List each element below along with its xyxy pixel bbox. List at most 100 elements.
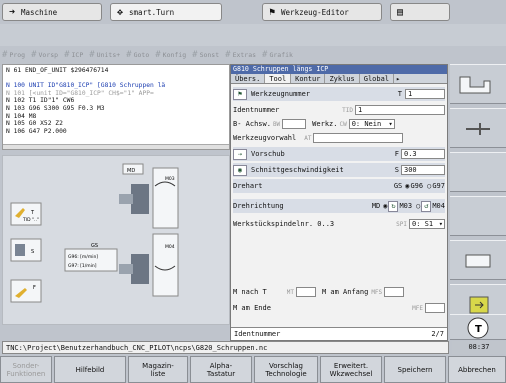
softkey-keyboard-icon[interactable]	[450, 240, 506, 280]
footer-label: Identnummer	[234, 330, 281, 338]
tab-werkzeug-editor[interactable]: ⚑ Werkzeug-Editor	[262, 3, 382, 21]
feed-icon[interactable]: ⇢	[233, 148, 247, 160]
menu-icp[interactable]: # ICP	[64, 50, 83, 60]
horizontal-scrollbar[interactable]	[3, 144, 229, 149]
softkey-erweitert-wkzwechsel[interactable]: Erweitert. Wkzwechsel	[320, 356, 382, 383]
tab-kontur[interactable]: Kontur	[291, 74, 326, 83]
row-m-am-ende: M am Ende MFE	[233, 301, 445, 315]
werkz-label: Werkz.	[312, 120, 338, 128]
row-werkzeugvorwahl: Werkzeugvorwahl AT	[233, 131, 445, 145]
tid-input[interactable]: 1	[355, 105, 445, 115]
at-input[interactable]	[313, 133, 404, 143]
program-line[interactable]: N 101 [<unit ID="G810_ICP" CH$="1" APP=	[6, 90, 226, 98]
drehrichtung-label: Drehrichtung	[233, 202, 284, 210]
m03-label: M03	[399, 202, 413, 210]
drehart-label: Drehart	[233, 182, 263, 190]
grid-icon: #	[126, 50, 132, 60]
speed-icon[interactable]: ◉	[233, 164, 247, 176]
row-m-nach-t: M nach T MT M am Anfang MFS	[233, 285, 445, 299]
menu-grafik[interactable]: # Grafik	[262, 50, 293, 60]
softkey-3[interactable]	[450, 152, 506, 192]
softkey-axis-icon[interactable]	[450, 108, 506, 148]
bw-input[interactable]	[282, 119, 307, 129]
radio-g96[interactable]: ◉	[405, 182, 409, 190]
softkey-vorschlag-technologie[interactable]: Vorschlag Technologie	[254, 356, 318, 383]
softkey-sonder-funktionen[interactable]: Sonder- Funktionen	[0, 356, 52, 383]
f-label: F	[394, 150, 399, 158]
softkey-alpha-tastatur[interactable]: Alpha- Tastatur	[190, 356, 252, 383]
t-input[interactable]: 1	[405, 89, 445, 99]
softkey-speichern[interactable]: Speichern	[384, 356, 446, 383]
tab-save[interactable]: ▤	[390, 3, 450, 21]
softkey-turn-icon[interactable]: T	[450, 314, 506, 340]
program-line[interactable]: N 102 T1 ID"1" CW6	[6, 97, 226, 105]
keyboard-icon	[465, 254, 491, 268]
row-vorschub: ⇢ Vorschub F 0.3	[233, 147, 445, 161]
mfs-input[interactable]	[384, 287, 405, 297]
row-werkzeugnummer: ⚑ Werkzeugnummer T 1	[233, 87, 445, 101]
m04-spindle-icon: ↺	[421, 200, 432, 212]
grid-icon: #	[89, 50, 95, 60]
radio-m03[interactable]: ◉	[383, 202, 387, 210]
g96-label: G96	[410, 182, 424, 190]
program-line[interactable]: N 106 G47 P2.000	[6, 128, 226, 136]
program-editor[interactable]: N 61 END_OF_UNIT $296476714 N 100 UNIT I…	[2, 64, 230, 150]
grid-icon: #	[155, 50, 161, 60]
m03-label: M03	[165, 176, 175, 182]
vorschub-label: Vorschub	[251, 150, 285, 158]
grid-icon: #	[192, 50, 198, 60]
b-achse-label: B- Achsw.	[233, 120, 271, 128]
s-label: S	[394, 166, 399, 174]
f-input[interactable]: 0.3	[401, 149, 445, 159]
chevron-down-icon: ▾	[438, 220, 443, 228]
identnummer-label: Identnummer	[233, 106, 280, 114]
tab-zyklus[interactable]: Zyklus	[325, 74, 360, 83]
tab-tool[interactable]: Tool	[265, 74, 292, 83]
menu-goto[interactable]: # Goto	[126, 50, 149, 60]
menu-sonst[interactable]: # Sonst	[192, 50, 219, 60]
softkey-contour-icon[interactable]	[450, 64, 506, 104]
tab-uebers[interactable]: Übers.	[231, 74, 266, 83]
row-identnummer: Identnummer TID 1	[233, 103, 445, 117]
mt-label: MT	[286, 288, 294, 296]
softkey-hilfebild[interactable]: Hilfebild	[54, 356, 126, 383]
menu-prog[interactable]: # Prog	[2, 50, 25, 60]
program-line[interactable]: N 105 G0 X52 Z2	[6, 120, 226, 128]
spi-select[interactable]: 0: S1 ▾	[409, 219, 445, 229]
program-line[interactable]: N 100 UNIT ID"G810_ICP" [G810 Schruppen …	[6, 82, 226, 90]
mfe-input[interactable]	[425, 303, 445, 313]
s-input[interactable]: 300	[401, 165, 445, 175]
axis-icon	[466, 123, 490, 135]
radio-m04[interactable]: ○	[416, 202, 420, 210]
t-label: T	[397, 90, 402, 98]
grid-icon: #	[225, 50, 231, 60]
softkey-magazin-liste[interactable]: Magazin- liste	[128, 356, 188, 383]
tab-scroll-icon[interactable]: ▸	[394, 74, 402, 83]
menu-konfig[interactable]: # Konfig	[155, 50, 186, 60]
softkey-4[interactable]	[450, 196, 506, 236]
tid-label: TID	[342, 106, 353, 114]
program-line[interactable]: N 104 M8	[6, 113, 226, 121]
help-graphic: T TID ".." S F GS G96: [m/min] G97: [1/m…	[2, 155, 230, 325]
menu-extras[interactable]: # Extras	[225, 50, 256, 60]
softkey-abbrechen[interactable]: Abbrechen	[448, 356, 506, 383]
menu-vorsp[interactable]: # Vorsp	[31, 50, 58, 60]
arrow-icon: ➜	[9, 6, 16, 18]
turn-icon: T	[467, 317, 489, 339]
program-line[interactable]	[6, 75, 226, 83]
werkzeugvorwahl-label: Werkzeugvorwahl	[233, 134, 297, 142]
tab-maschine[interactable]: ➜ Maschine	[2, 3, 102, 21]
grid-icon: #	[262, 50, 268, 60]
spindle-box-bottom	[152, 233, 179, 297]
program-line[interactable]: N 103 G96 S300 G95 F0.3 M3	[6, 105, 226, 113]
tool-select-button[interactable]: ⚑	[233, 88, 247, 100]
menu-units[interactable]: # Units+	[89, 50, 120, 60]
program-line[interactable]: N 61 END_OF_UNIT $296476714	[6, 67, 226, 75]
tab-smart-turn[interactable]: ✥ smart.Turn	[110, 3, 222, 21]
spi-value: 0: S1	[412, 220, 434, 228]
tab-global[interactable]: Global	[360, 74, 395, 83]
dialog-tabs: Übers. Tool Kontur Zyklus Global ▸	[231, 74, 447, 84]
radio-g97[interactable]: ○	[427, 182, 431, 190]
mt-input[interactable]	[295, 287, 316, 297]
cw-select[interactable]: 0: Nein ▾	[348, 119, 395, 129]
